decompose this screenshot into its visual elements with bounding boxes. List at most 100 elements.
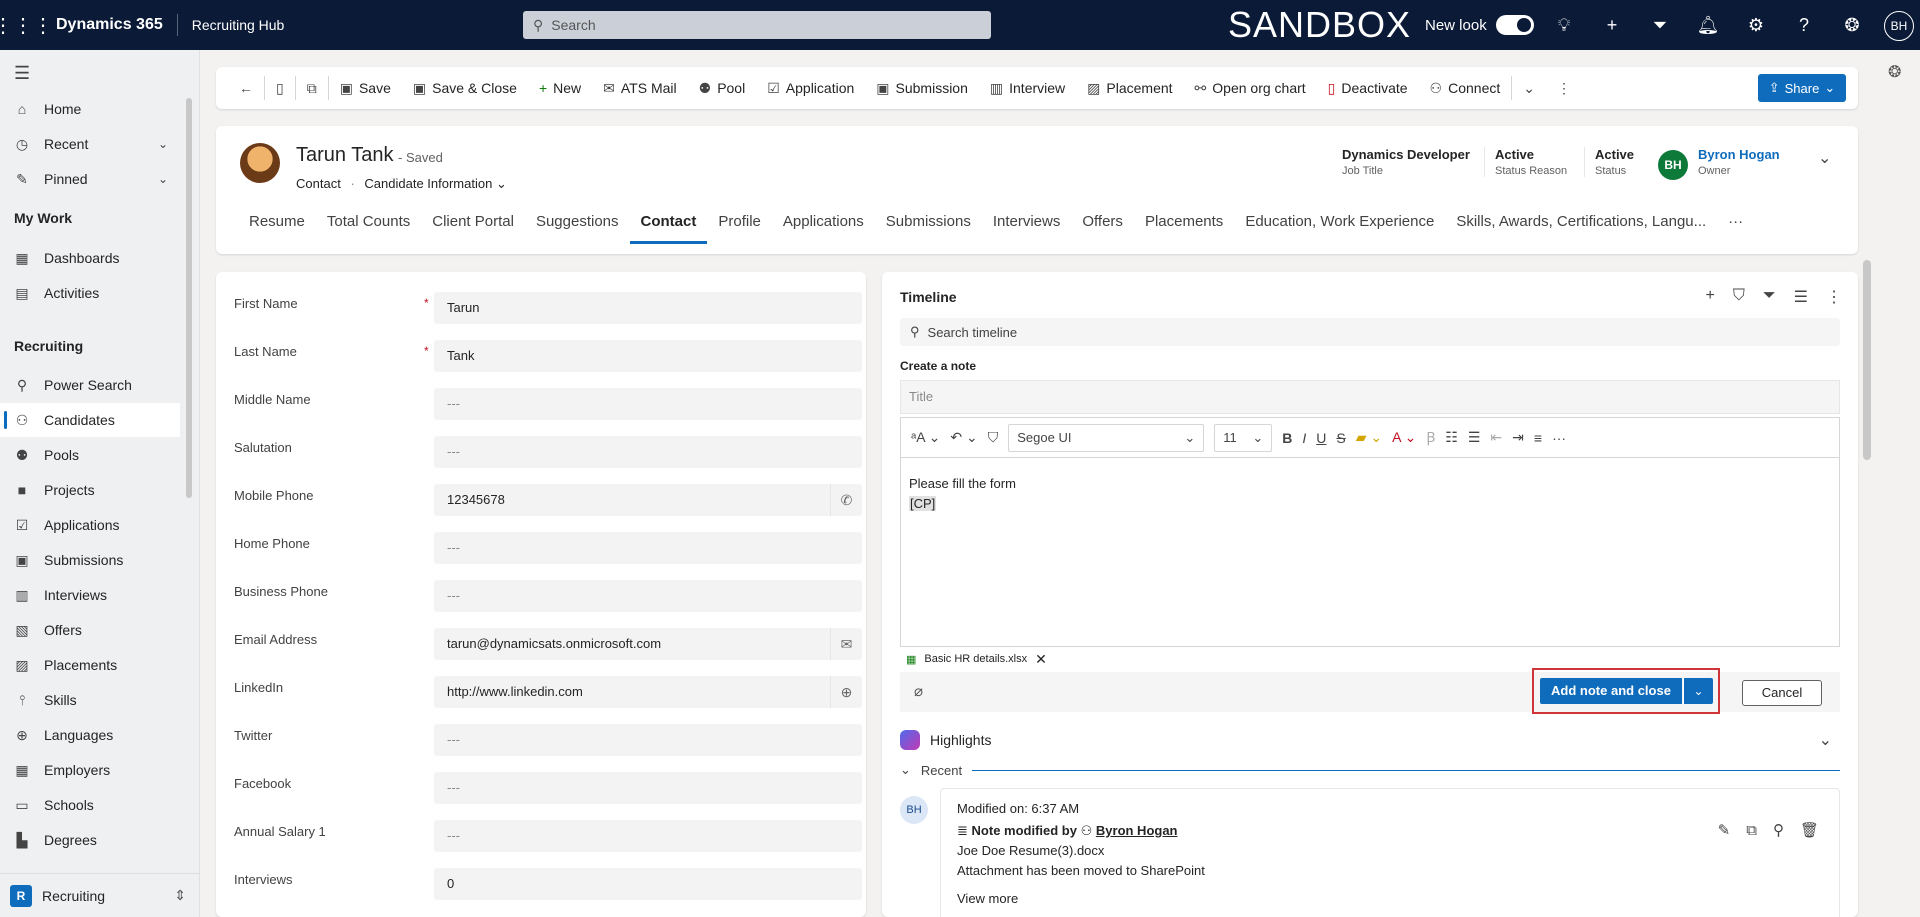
mail-icon[interactable]: ✉: [830, 628, 862, 660]
deactivate-button[interactable]: ▯ Deactivate: [1317, 67, 1419, 109]
copilot-rail-icon[interactable]: ❂: [1888, 62, 1901, 82]
note-body-editor[interactable]: Please fill the form [CP]: [900, 457, 1840, 647]
home-phone-input[interactable]: ---: [434, 532, 862, 564]
underline-icon[interactable]: U: [1316, 430, 1326, 446]
annual-salary-input[interactable]: ---: [434, 820, 862, 852]
middle-name-input[interactable]: ---: [434, 388, 862, 420]
new-button[interactable]: + New: [528, 67, 592, 109]
back-button[interactable]: ←: [228, 67, 264, 109]
add-note-and-close-button[interactable]: Add note and close: [1540, 678, 1682, 704]
application-button[interactable]: ☑ Application: [756, 67, 865, 109]
copy-icon[interactable]: ⧉: [1746, 821, 1757, 841]
bold-icon[interactable]: B: [1282, 430, 1292, 446]
sidebar-item-candidates[interactable]: ⚇ Candidates: [0, 403, 180, 437]
phone-icon[interactable]: ✆: [830, 484, 862, 516]
salutation-input[interactable]: ---: [434, 436, 862, 468]
add-note-options-button[interactable]: ⌄: [1683, 678, 1713, 704]
recent-group-header[interactable]: ⌄ Recent: [900, 758, 1840, 782]
ats-mail-button[interactable]: ✉ ATS Mail: [592, 67, 687, 109]
plus-icon[interactable]: +: [1599, 12, 1625, 38]
sidebar-scrollbar[interactable]: [186, 98, 192, 498]
sidebar-item-pools[interactable]: ⚉ Pools: [0, 438, 180, 472]
candidate-photo[interactable]: [240, 143, 280, 183]
record-set-button[interactable]: ▯: [265, 67, 295, 109]
font-family-select[interactable]: Segoe UI ⌄: [1008, 423, 1205, 452]
more-horizontal-icon[interactable]: ···: [1552, 430, 1566, 446]
copilot-icon[interactable]: ❂: [1839, 12, 1865, 38]
bullet-list-icon[interactable]: ☷: [1445, 429, 1458, 446]
chevron-down-icon[interactable]: ⌄: [158, 137, 168, 151]
timeline-entry-card[interactable]: Modified on: 6:37 AM ≣ Note modified by …: [940, 788, 1840, 917]
sidebar-item-projects[interactable]: ■ Projects: [0, 473, 180, 507]
note-title-input[interactable]: Title: [900, 380, 1840, 414]
tab-suggestions[interactable]: Suggestions: [525, 208, 630, 244]
globe-icon[interactable]: ⊕: [830, 676, 862, 708]
align-icon[interactable]: ≡: [1534, 430, 1542, 446]
pin-icon[interactable]: ⚲: [1773, 821, 1784, 841]
mobile-phone-input[interactable]: 12345678 ✆: [434, 484, 862, 516]
email-input[interactable]: tarun@dynamicsats.onmicrosoft.com ✉: [434, 628, 862, 660]
connect-button[interactable]: ⚇ Connect: [1419, 67, 1512, 109]
font-color-icon[interactable]: A ⌄: [1392, 429, 1416, 446]
form-name[interactable]: Candidate Information: [364, 176, 492, 191]
save-button[interactable]: ▣ Save: [329, 67, 402, 109]
tab-education[interactable]: Education, Work Experience: [1234, 208, 1445, 244]
open-new-window-button[interactable]: ⧉: [296, 67, 328, 109]
business-phone-input[interactable]: ---: [434, 580, 862, 612]
sort-icon[interactable]: ☰: [1794, 287, 1808, 307]
sidebar-item-dashboards[interactable]: ▦ Dashboards: [0, 241, 180, 275]
tab-more[interactable]: ···: [1717, 208, 1754, 244]
global-search-input[interactable]: ⚲ Search: [523, 11, 991, 39]
tab-placements[interactable]: Placements: [1134, 208, 1234, 244]
expand-header-icon[interactable]: ⌄: [1818, 148, 1831, 168]
increase-indent-icon[interactable]: ⇥: [1512, 429, 1524, 446]
tab-offers[interactable]: Offers: [1071, 208, 1134, 244]
font-size-select[interactable]: 11 ⌄: [1214, 423, 1273, 452]
first-name-input[interactable]: Tarun: [434, 292, 862, 324]
undo-icon[interactable]: ↶ ⌄: [950, 429, 977, 446]
bookmark-icon[interactable]: ⛉: [1733, 287, 1745, 307]
sidebar-item-recent[interactable]: ◷ Recent ⌄: [0, 127, 180, 161]
linkedin-input[interactable]: http://www.linkedin.com ⊕: [434, 676, 862, 708]
chevron-down-icon[interactable]: ⌄: [1819, 730, 1832, 750]
filter-icon[interactable]: ⏷: [1763, 287, 1776, 307]
sidebar-item-languages[interactable]: ⊕ Languages: [0, 718, 180, 752]
new-look-toggle[interactable]: [1496, 15, 1534, 35]
sidebar-item-offers[interactable]: ▧ Offers: [0, 613, 180, 647]
pool-button[interactable]: ⚉ Pool: [688, 67, 757, 109]
sidebar-item-degrees[interactable]: ▙ Degrees: [0, 823, 180, 857]
tab-resume[interactable]: Resume: [238, 208, 316, 244]
sidebar-item-placements[interactable]: ▨ Placements: [0, 648, 180, 682]
sidebar-item-activities[interactable]: ▤ Activities: [0, 276, 180, 310]
tab-applications[interactable]: Applications: [772, 208, 875, 244]
timeline-search-input[interactable]: ⚲ Search timeline: [900, 318, 1840, 346]
user-avatar[interactable]: BH: [1884, 11, 1914, 41]
sidebar-item-skills[interactable]: ⫯ Skills: [0, 683, 180, 717]
sidebar-item-employers[interactable]: ▦ Employers: [0, 753, 180, 787]
sidebar-item-pinned[interactable]: ✎ Pinned ⌄: [0, 162, 180, 196]
format-painter-icon[interactable]: ⛉: [988, 429, 999, 446]
sidebar-item-home[interactable]: ⌂ Home: [0, 92, 180, 126]
more-commands-dropdown[interactable]: ⌄: [1512, 67, 1546, 109]
highlight-icon[interactable]: ▰ ⌄: [1356, 429, 1382, 446]
entity-form-selector[interactable]: Contact · Candidate Information ⌄: [296, 176, 507, 192]
org-chart-button[interactable]: ⚯ Open org chart: [1184, 67, 1317, 109]
filter-icon[interactable]: ⏷: [1647, 12, 1673, 38]
share-button[interactable]: ⇪ Share ⌄: [1758, 74, 1846, 102]
tab-contact[interactable]: Contact: [629, 208, 708, 244]
strikethrough-icon[interactable]: S: [1336, 430, 1345, 446]
sidebar-item-interviews[interactable]: ▥ Interviews: [0, 578, 180, 612]
page-scrollbar[interactable]: [1863, 260, 1871, 460]
lightbulb-icon[interactable]: 💡︎: [1551, 12, 1577, 38]
interviews-input[interactable]: 0: [434, 868, 862, 900]
text-style-icon[interactable]: ᵃA ⌄: [911, 429, 940, 446]
numbered-list-icon[interactable]: ☰: [1468, 429, 1481, 446]
tab-submissions[interactable]: Submissions: [875, 208, 982, 244]
sidebar-item-schools[interactable]: ▭ Schools: [0, 788, 180, 822]
plus-icon[interactable]: +: [1705, 287, 1714, 307]
area-switcher[interactable]: R Recruiting ⇕: [0, 873, 200, 917]
tab-client-portal[interactable]: Client Portal: [421, 208, 525, 244]
save-close-button[interactable]: ▣ Save & Close: [402, 67, 528, 109]
italic-icon[interactable]: I: [1302, 430, 1306, 446]
chevron-down-icon[interactable]: ⌄: [158, 172, 168, 186]
